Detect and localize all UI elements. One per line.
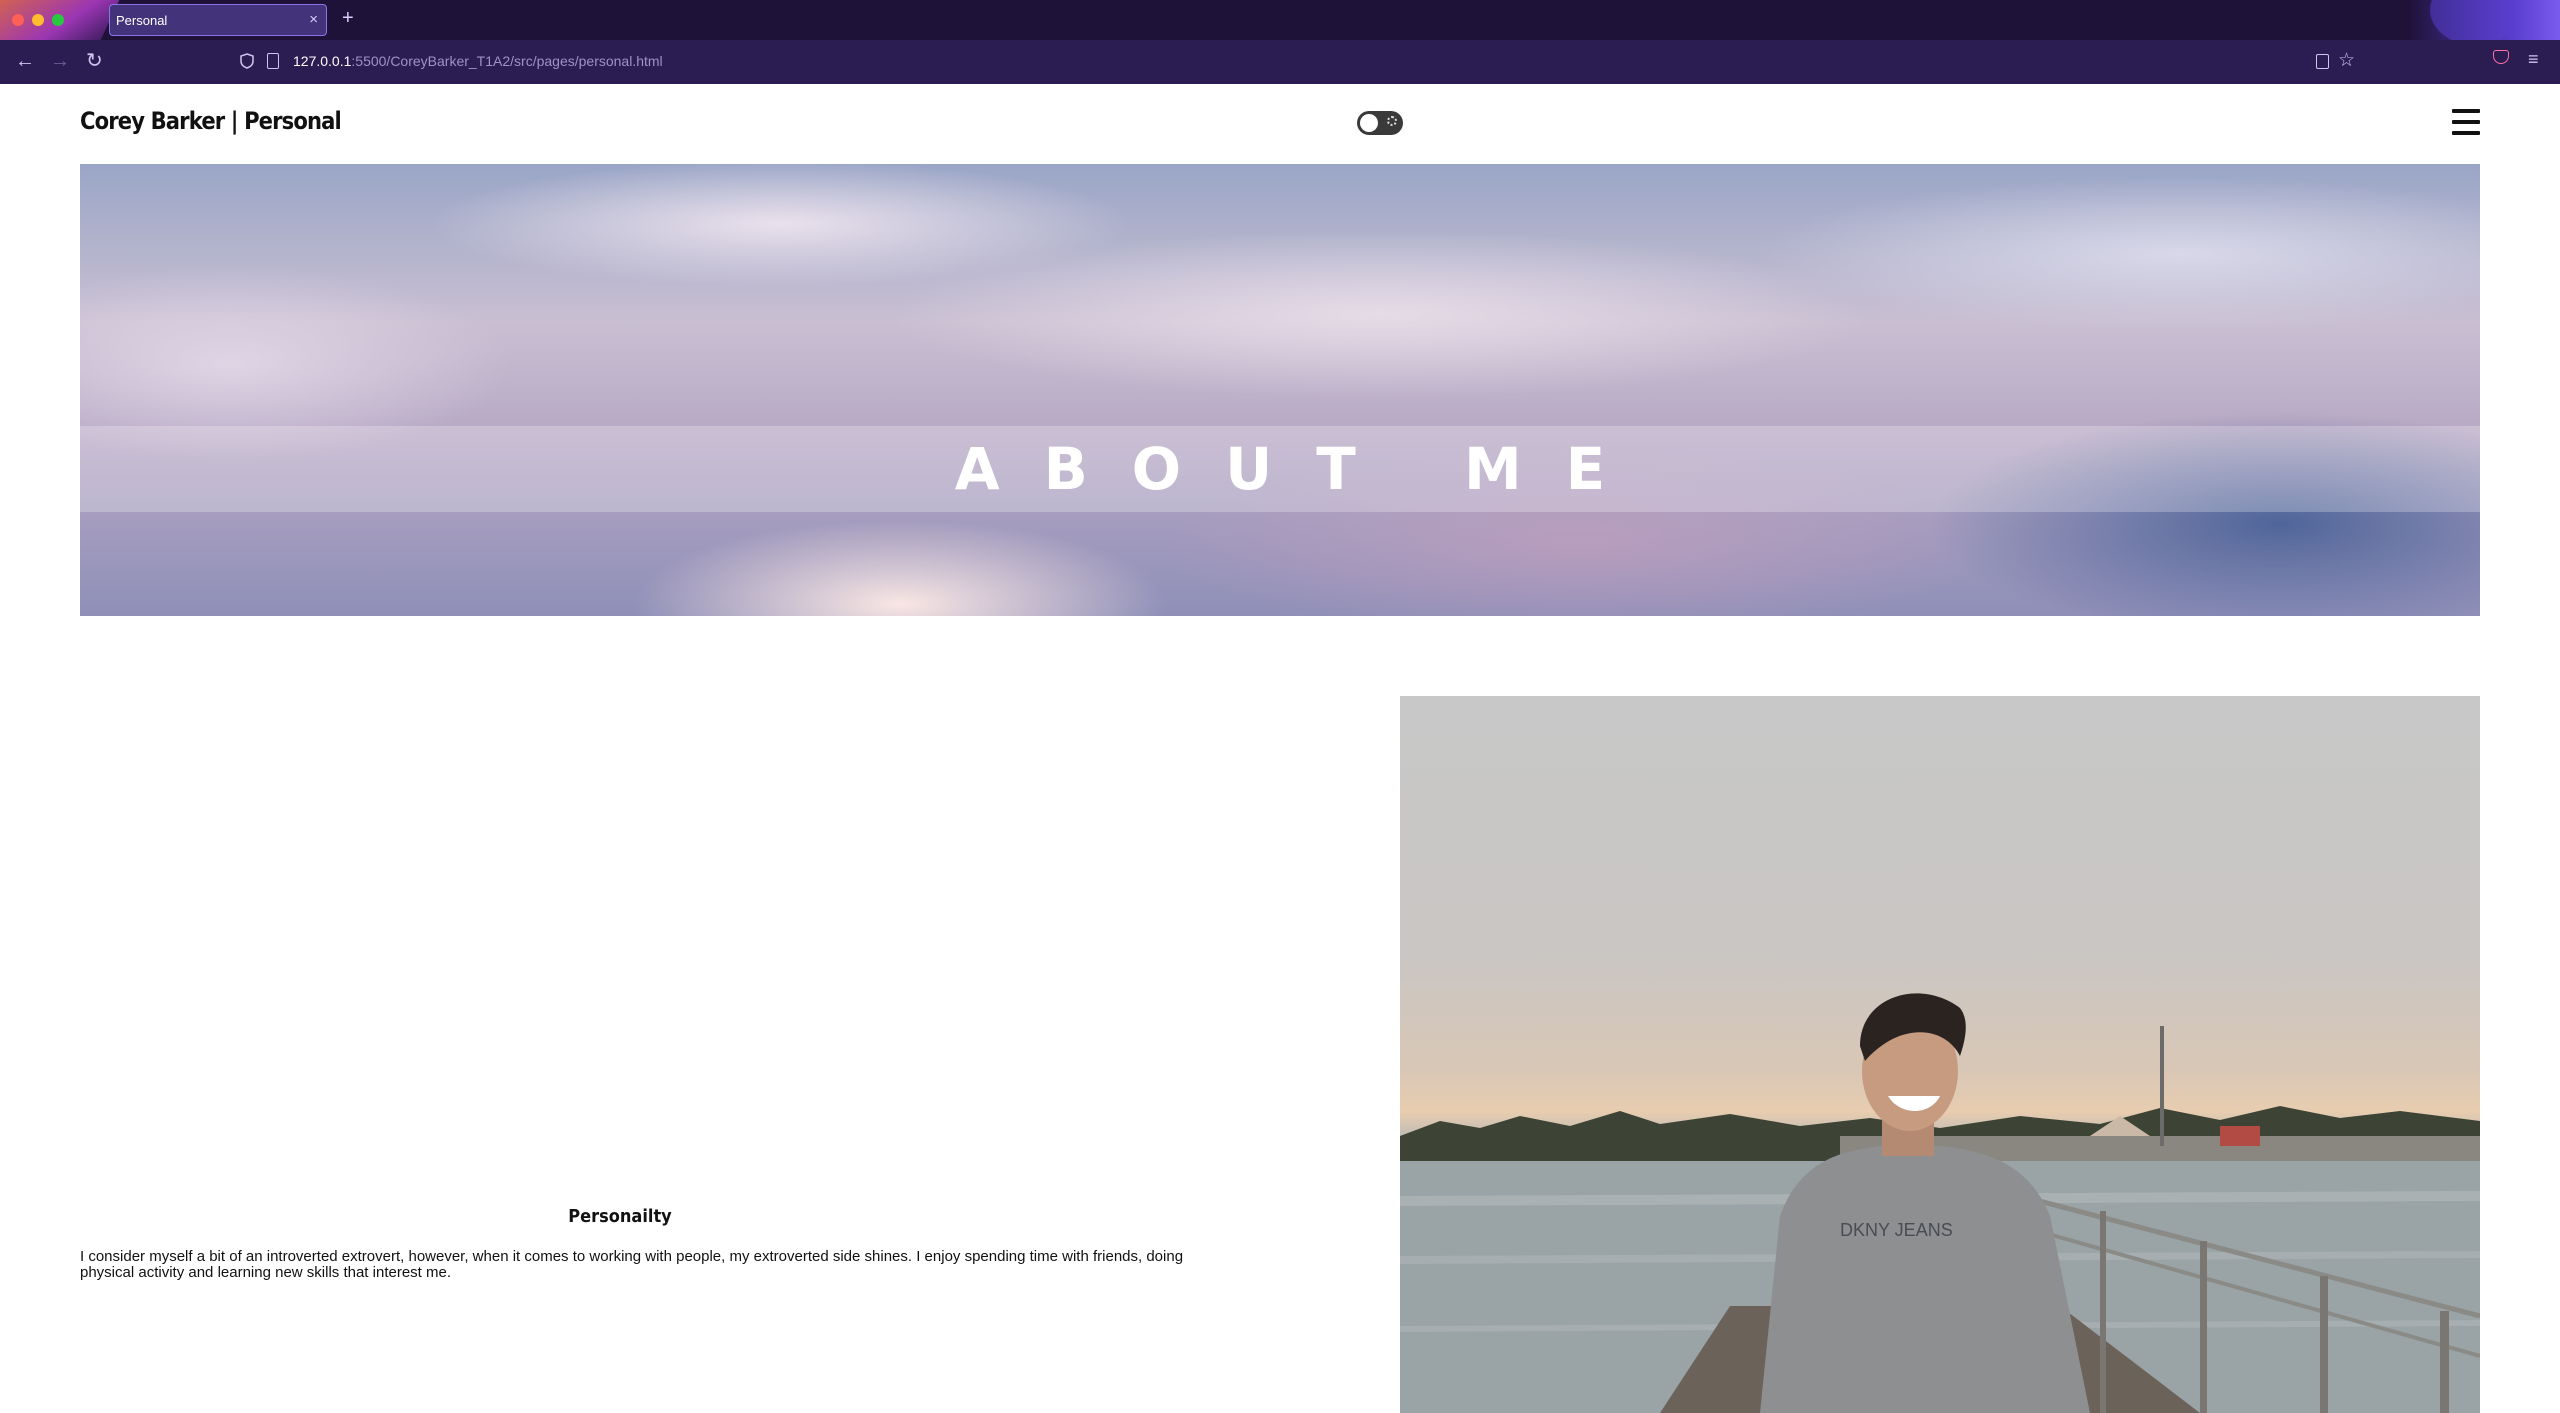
- url-text[interactable]: 127.0.0.1:5500/CoreyBarker_T1A2/src/page…: [293, 53, 663, 69]
- address-bar[interactable]: 127.0.0.1:5500/CoreyBarker_T1A2/src/page…: [230, 46, 2360, 78]
- new-tab-button[interactable]: +: [342, 7, 354, 30]
- photo-illustration: DKNY JEANS: [1400, 993, 2480, 1413]
- toggle-knob: [1360, 114, 1378, 132]
- personality-text: I consider myself a bit of an introverte…: [80, 1248, 1184, 1281]
- reload-button[interactable]: ↻: [86, 49, 103, 73]
- window-close-button[interactable]: [12, 14, 24, 26]
- reader-view-icon[interactable]: [2316, 54, 2329, 69]
- hamburger-menu-icon[interactable]: [2452, 109, 2480, 135]
- bookmark-star-icon[interactable]: ☆: [2338, 49, 2355, 72]
- shirt-text: DKNY JEANS: [1840, 1220, 1953, 1240]
- hero-title: ABOUT ME: [954, 435, 1650, 503]
- back-button[interactable]: ←: [15, 49, 35, 73]
- theme-toggle[interactable]: [1357, 111, 1403, 135]
- theme-decoration: [2410, 0, 2560, 40]
- tab-close-icon[interactable]: ×: [309, 11, 318, 28]
- url-path: :5500/CoreyBarker_T1A2/src/pages/persona…: [351, 53, 663, 69]
- window-zoom-button[interactable]: [52, 14, 64, 26]
- browser-navigation-bar: ← → ↻ 127.0.0.1:5500/CoreyBarker_T1A2/sr…: [0, 40, 2560, 84]
- pocket-icon[interactable]: [2493, 50, 2509, 64]
- shield-icon[interactable]: [240, 53, 254, 69]
- window-minimize-button[interactable]: [32, 14, 44, 26]
- browser-menu-icon[interactable]: ≡: [2528, 49, 2539, 70]
- profile-photo: DKNY JEANS: [1400, 696, 2480, 1413]
- hero-banner: ABOUT ME: [80, 164, 2480, 616]
- forward-button[interactable]: →: [50, 49, 70, 73]
- site-title[interactable]: Corey Barker | Personal: [80, 107, 342, 135]
- site-header: Corey Barker | Personal: [0, 84, 2560, 164]
- browser-tab-personal[interactable]: Personal ×: [109, 4, 327, 36]
- personality-heading: Personailty: [568, 1206, 672, 1227]
- sun-icon: [1387, 116, 1397, 126]
- tab-title: Personal: [116, 12, 168, 28]
- page-icon: [267, 53, 279, 69]
- url-host: 127.0.0.1: [293, 53, 352, 69]
- browser-tab-strip: Personal × +: [0, 0, 2560, 40]
